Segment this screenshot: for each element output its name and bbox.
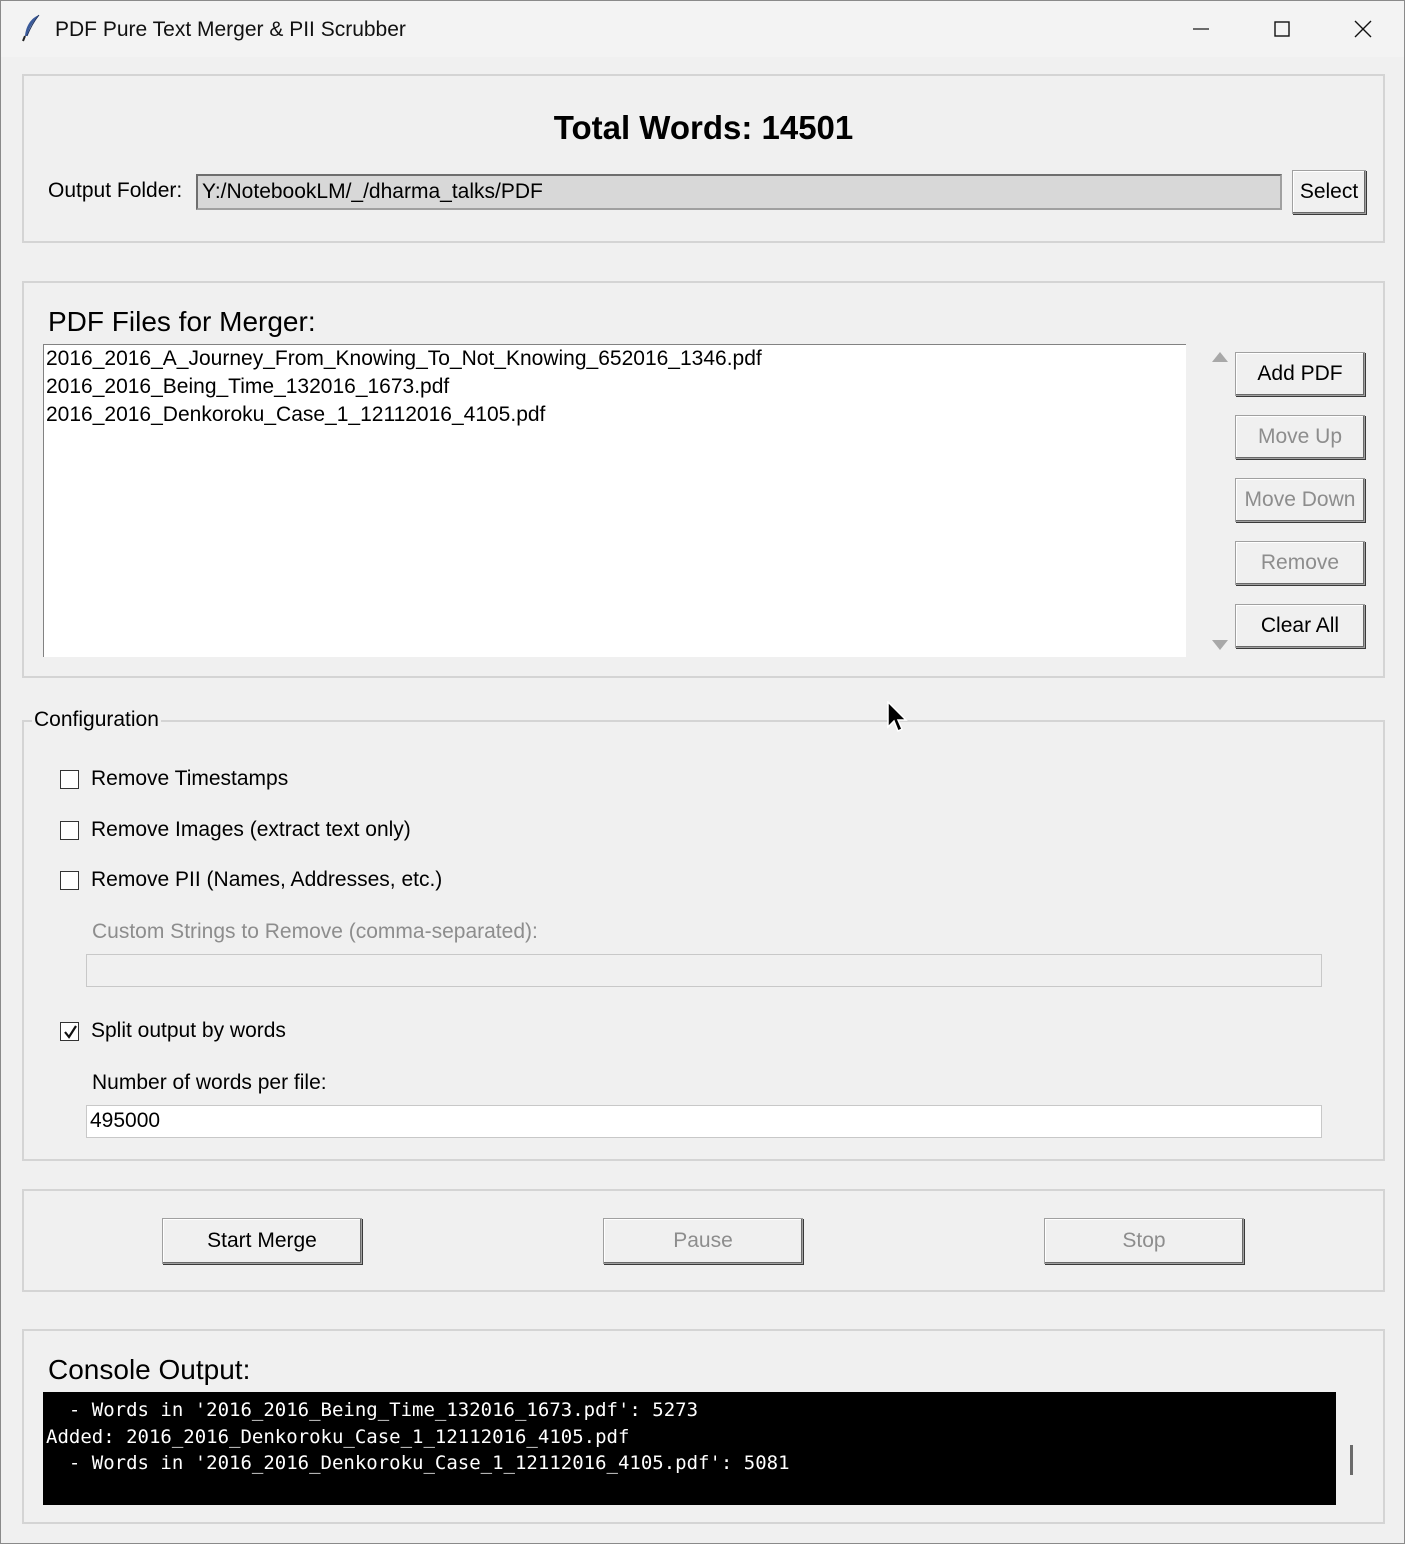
minimize-button[interactable]: [1171, 9, 1231, 49]
output-folder-field[interactable]: Y:/NotebookLM/_/dharma_talks/PDF: [196, 174, 1282, 210]
feather-icon: [21, 14, 43, 42]
remove-button[interactable]: Remove: [1235, 541, 1365, 585]
words-per-file-label: Number of words per file:: [92, 1071, 327, 1094]
checkbox-label: Remove Timestamps: [91, 767, 289, 790]
mouse-cursor-icon: [887, 700, 911, 740]
close-button[interactable]: [1333, 9, 1393, 49]
add-pdf-button[interactable]: Add PDF: [1235, 352, 1365, 396]
checkbox-box[interactable]: [60, 820, 79, 840]
list-item[interactable]: 2016_2016_Being_Time_132016_1673.pdf: [44, 373, 1186, 401]
pause-button[interactable]: Pause: [603, 1218, 803, 1264]
start-merge-button[interactable]: Start Merge: [162, 1218, 362, 1264]
remove-images-checkbox[interactable]: Remove Images (extract text only): [60, 818, 411, 842]
checkbox-label: Remove PII (Names, Addresses, etc.): [91, 868, 443, 891]
pdf-file-list[interactable]: 2016_2016_A_Journey_From_Knowing_To_Not_…: [43, 344, 1186, 657]
words-per-file-input[interactable]: 495000: [86, 1105, 1322, 1138]
configuration-legend: Configuration: [32, 708, 161, 732]
console-scrollbar[interactable]: [1350, 1445, 1353, 1475]
custom-strings-input[interactable]: [86, 954, 1322, 987]
console-line: - Words in '2016_2016_Being_Time_132016_…: [46, 1399, 699, 1421]
minimize-icon: [1193, 28, 1209, 30]
scroll-down-arrow-icon[interactable]: [1212, 640, 1228, 650]
console-line: - Words in '2016_2016_Denkoroku_Case_1_1…: [46, 1452, 790, 1474]
checkbox-label: Split output by words: [91, 1019, 286, 1042]
title-bar[interactable]: PDF Pure Text Merger & PII Scrubber: [1, 1, 1404, 57]
console-title: Console Output:: [48, 1354, 251, 1385]
scroll-up-arrow-icon[interactable]: [1212, 352, 1228, 362]
checkmark-icon: [64, 1024, 77, 1039]
output-folder-label: Output Folder:: [48, 179, 183, 202]
console-output[interactable]: - Words in '2016_2016_Being_Time_132016_…: [43, 1392, 1336, 1505]
list-item[interactable]: 2016_2016_Denkoroku_Case_1_12112016_4105…: [44, 401, 1186, 429]
app-window: PDF Pure Text Merger & PII Scrubber Tota…: [0, 0, 1405, 1544]
move-up-button[interactable]: Move Up: [1235, 415, 1365, 459]
maximize-button[interactable]: [1252, 9, 1312, 49]
stop-button[interactable]: Stop: [1044, 1218, 1244, 1264]
split-output-checkbox[interactable]: Split output by words: [60, 1019, 286, 1043]
move-down-button[interactable]: Move Down: [1235, 478, 1365, 522]
custom-strings-label: Custom Strings to Remove (comma-separate…: [92, 920, 538, 943]
output-panel: [22, 74, 1385, 243]
remove-timestamps-checkbox[interactable]: Remove Timestamps: [60, 767, 288, 791]
window-title: PDF Pure Text Merger & PII Scrubber: [55, 18, 406, 41]
remove-pii-checkbox[interactable]: Remove PII (Names, Addresses, etc.): [60, 868, 442, 892]
list-item[interactable]: 2016_2016_A_Journey_From_Knowing_To_Not_…: [44, 345, 1186, 373]
maximize-icon: [1274, 21, 1290, 37]
checkbox-label: Remove Images (extract text only): [91, 818, 411, 841]
console-line: Added: 2016_2016_Denkoroku_Case_1_121120…: [46, 1425, 630, 1448]
total-words-label: Total Words: 14501: [553, 109, 854, 146]
close-icon: [1354, 20, 1372, 38]
checkbox-box[interactable]: [60, 769, 79, 789]
files-title: PDF Files for Merger:: [48, 306, 316, 337]
checkbox-box[interactable]: [60, 1021, 79, 1041]
checkbox-box[interactable]: [60, 870, 79, 890]
select-folder-button[interactable]: Select: [1292, 170, 1366, 214]
clear-all-button[interactable]: Clear All: [1235, 604, 1365, 648]
